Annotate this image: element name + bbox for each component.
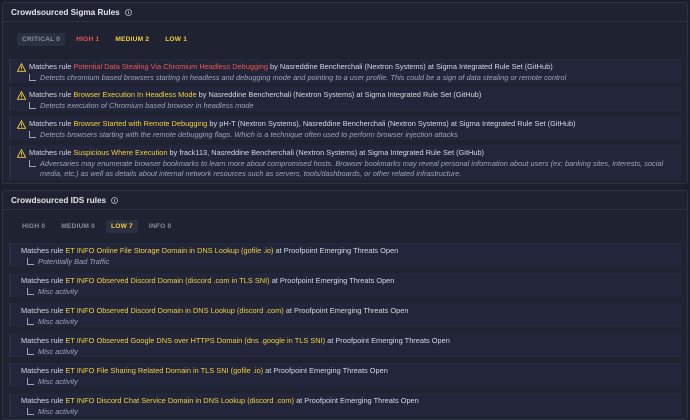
warning-triangle-icon [17, 148, 26, 158]
ids-severity-tabs: HIGH 0 MEDIUM 0 LOW 7 INFO 0 [3, 215, 687, 237]
rule-prefix: Matches rule [29, 62, 74, 71]
tab-critical[interactable]: CRITICAL 0 [17, 32, 66, 46]
ids-rules-title: Crowdsourced IDS rules [11, 195, 107, 205]
ids-rule-item: Matches rule ET INFO Observed Discord Do… [9, 303, 681, 327]
tab-high[interactable]: HIGH 0 [17, 220, 50, 233]
return-arrow-icon [27, 288, 34, 295]
rule-prefix: Matches rule [29, 148, 74, 157]
rule-source: at Proofpoint Emerging Threats Open [294, 396, 419, 405]
warning-triangle-icon [17, 90, 26, 100]
rule-prefix: Matches rule [29, 119, 74, 128]
ids-rule-link[interactable]: ET INFO Observed Discord Domain (discord… [65, 276, 269, 285]
rule-author: by Nasreddine Bencherchali (Nextron Syst… [267, 62, 553, 71]
rule-prefix: Matches rule [21, 366, 66, 375]
rule-category: Misc activity [38, 317, 78, 326]
ids-rule-link[interactable]: ET INFO Online File Storage Domain in DN… [65, 246, 273, 255]
sigma-rule-item: Matches rule Browser Started with Remote… [9, 116, 681, 140]
return-arrow-icon [27, 258, 34, 265]
return-arrow-icon [27, 348, 34, 355]
return-arrow-icon [27, 408, 34, 415]
rule-prefix: Matches rule [21, 276, 66, 285]
sigma-severity-tabs: CRITICAL 0 HIGH 1 MEDIUM 2 LOW 1 [3, 28, 687, 50]
rule-author: by pH-T (Nextron Systems), Nasreddine Be… [207, 119, 576, 128]
rule-source: at Proofpoint Emerging Threats Open [283, 306, 409, 315]
rule-category: Misc activity [38, 347, 78, 356]
rule-prefix: Matches rule [21, 246, 66, 255]
rule-prefix: Matches rule [21, 306, 66, 315]
rule-prefix: Matches rule [21, 396, 66, 405]
ids-rule-link[interactable]: ET INFO Observed Discord Domain in DNS L… [65, 306, 283, 315]
rule-author: by frack113, Nasreddine Bencherchali (Ne… [167, 148, 485, 157]
sigma-rule-link[interactable]: Browser Started with Remote Debugging [73, 119, 207, 128]
sigma-rule-link[interactable]: Browser Execution In Headless Mode [73, 90, 196, 99]
tab-info[interactable]: INFO 0 [144, 220, 176, 233]
ids-rule-item: Matches rule ET INFO Online File Storage… [9, 243, 681, 267]
rule-source: at Proofpoint Emerging Threats Open [263, 366, 388, 375]
return-arrow-icon [29, 102, 36, 109]
rule-source: at Proofpoint Emerging Threats Open [325, 336, 450, 345]
tab-high[interactable]: HIGH 1 [71, 33, 104, 46]
rule-category: Misc activity [38, 407, 78, 416]
sigma-rule-link[interactable]: Suspicious Where Execution [73, 148, 167, 157]
warning-triangle-icon [17, 119, 26, 129]
rule-author: by Nasreddine Bencherchali (Nextron Syst… [196, 90, 482, 99]
sigma-rule-item: Matches rule Browser Execution In Headle… [9, 87, 681, 111]
ids-rule-item: Matches rule ET INFO Discord Chat Servic… [9, 393, 681, 417]
sigma-rule-item: Matches rule Suspicious Where Execution … [9, 145, 681, 180]
rule-description: Detects chromium based browsers starting… [40, 73, 567, 82]
ids-rule-link[interactable]: ET INFO File Sharing Related Domain in T… [65, 366, 263, 375]
return-arrow-icon [29, 131, 36, 138]
tab-medium[interactable]: MEDIUM 0 [56, 220, 100, 233]
return-arrow-icon [27, 318, 34, 325]
rule-source: at Proofpoint Emerging Threats Open [273, 246, 399, 255]
rule-prefix: Matches rule [29, 90, 74, 99]
sigma-rules-card: Crowdsourced Sigma Rules CRITICAL 0 HIGH… [2, 2, 688, 184]
return-arrow-icon [29, 74, 36, 81]
ids-rule-link[interactable]: ET INFO Observed Google DNS over HTTPS D… [65, 336, 325, 345]
rule-category: Potentially Bad Traffic [38, 257, 110, 266]
rule-description: Detects execution of Chromium based brow… [40, 101, 254, 110]
return-arrow-icon [29, 160, 36, 167]
ids-rules-header: Crowdsourced IDS rules [3, 191, 687, 210]
rule-category: Misc activity [38, 377, 78, 386]
sigma-rule-link[interactable]: Potential Data Stealing Via Chromium Hea… [73, 62, 268, 71]
tab-medium[interactable]: MEDIUM 2 [110, 33, 154, 46]
rule-description: Detects browsers starting with the remot… [40, 130, 458, 139]
rule-description: Adversaries may enumerate browser bookma… [40, 159, 664, 178]
info-icon[interactable] [124, 8, 132, 16]
ids-rule-item: Matches rule ET INFO File Sharing Relate… [9, 363, 681, 387]
tab-low[interactable]: LOW 7 [106, 219, 138, 233]
sigma-rule-item: Matches rule Potential Data Stealing Via… [9, 59, 681, 83]
sigma-rules-header: Crowdsourced Sigma Rules [3, 3, 687, 22]
ids-rule-item: Matches rule ET INFO Observed Discord Do… [9, 273, 681, 297]
info-icon[interactable] [111, 196, 119, 204]
sigma-rules-title: Crowdsourced Sigma Rules [11, 7, 120, 17]
rule-source: at Proofpoint Emerging Threats Open [269, 276, 395, 285]
tab-low[interactable]: LOW 1 [160, 33, 192, 46]
ids-rule-item: Matches rule ET INFO Observed Google DNS… [9, 333, 681, 357]
ids-rule-link[interactable]: ET INFO Discord Chat Service Domain in D… [65, 396, 294, 405]
return-arrow-icon [27, 378, 34, 385]
warning-triangle-icon [17, 62, 26, 72]
ids-rules-card: Crowdsourced IDS rules HIGH 0 MEDIUM 0 L… [2, 190, 688, 420]
rule-category: Misc activity [38, 287, 78, 296]
rule-prefix: Matches rule [21, 336, 66, 345]
